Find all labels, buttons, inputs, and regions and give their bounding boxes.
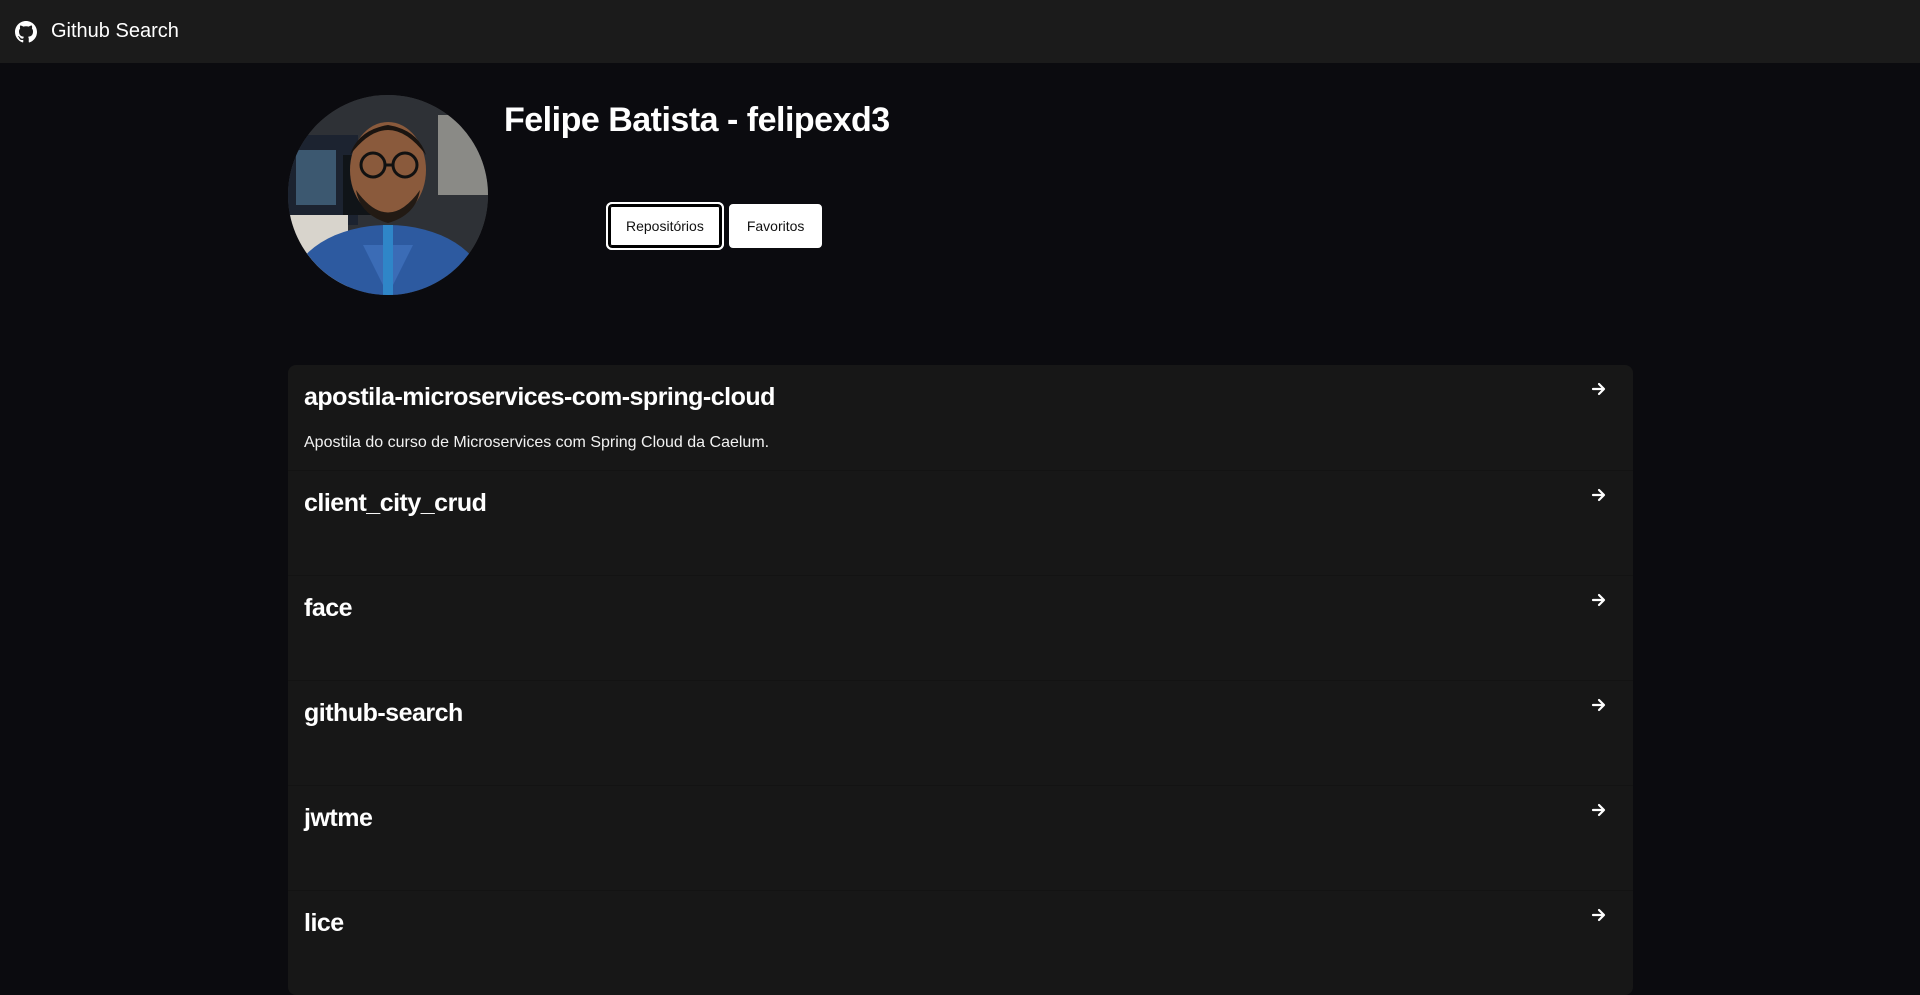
list-item[interactable]: client_city_crud (288, 470, 1633, 575)
repo-name[interactable]: jwtme (304, 804, 1617, 833)
profile-section: Felipe Batista - felipexd3 Repositórios … (0, 63, 1920, 363)
repo-description: Apostila do curso de Microservices com S… (304, 434, 770, 451)
arrow-right-icon[interactable] (1591, 802, 1607, 818)
list-item[interactable]: apostila-microservices-com-spring-cloud … (288, 365, 1633, 470)
list-item[interactable]: face (288, 575, 1633, 680)
repo-name[interactable]: client_city_crud (304, 489, 1617, 518)
top-bar: Github Search (0, 0, 1920, 63)
repo-name[interactable]: face (304, 594, 1617, 623)
repo-name[interactable]: apostila-microservices-com-spring-cloud (304, 383, 1617, 412)
list-item[interactable]: github-search (288, 680, 1633, 785)
repo-list: apostila-microservices-com-spring-cloud … (288, 365, 1633, 995)
repo-name[interactable]: github-search (304, 699, 1617, 728)
arrow-right-icon[interactable] (1591, 381, 1607, 397)
arrow-right-icon[interactable] (1591, 907, 1607, 923)
arrow-right-icon[interactable] (1591, 487, 1607, 503)
github-icon[interactable] (15, 20, 37, 43)
arrow-right-icon[interactable] (1591, 592, 1607, 608)
list-item[interactable]: jwtme (288, 785, 1633, 890)
tab-repositorios[interactable]: Repositórios (606, 202, 724, 250)
repo-name[interactable]: lice (304, 909, 1617, 938)
arrow-right-icon[interactable] (1591, 697, 1607, 713)
profile-name: Felipe Batista - felipexd3 (504, 101, 890, 139)
profile-tabs: Repositórios Favoritos (606, 202, 823, 250)
list-item[interactable]: lice (288, 890, 1633, 995)
tab-favoritos[interactable]: Favoritos (728, 204, 823, 248)
app-title[interactable]: Github Search (51, 20, 179, 43)
avatar (288, 95, 488, 295)
